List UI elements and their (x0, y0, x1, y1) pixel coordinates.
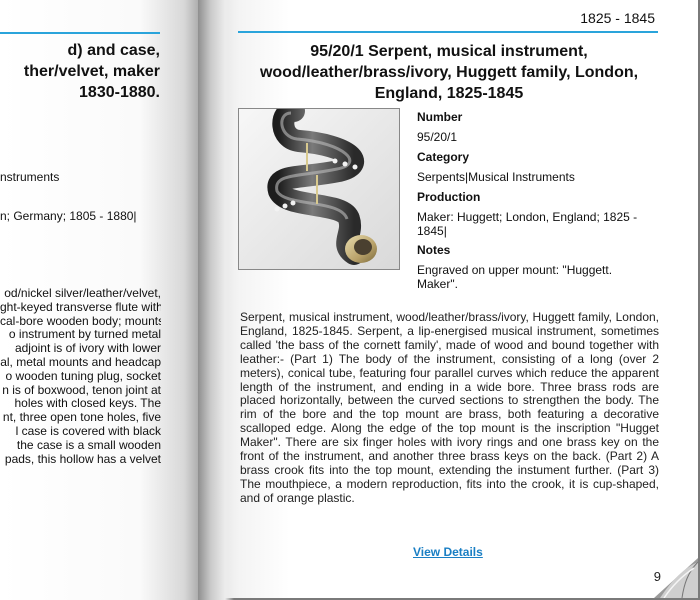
left-desc-line: al, metal mounts and headcap (0, 354, 161, 369)
category-label: Category (417, 150, 470, 164)
right-page[interactable]: 1825 - 1845 95/20/1 Serpent, musical ins… (200, 0, 700, 600)
left-desc-line: od/nickel silver/leather/velvet, (4, 287, 161, 300)
number-value: 95/20/1 (417, 130, 458, 144)
header-date-range: 1825 - 1845 (580, 10, 655, 26)
left-desc-line: pads, this hollow has a velvet (4, 451, 161, 466)
notes-value: Engraved on upper mount: "Huggett. Maker… (417, 263, 613, 291)
left-desc-line: cal-bore wooden body; mounts (0, 313, 161, 328)
left-description: od/nickel silver/leather/velvet, ght-key… (0, 287, 161, 466)
left-desc-line: o wooden tuning plug, socket (5, 368, 161, 383)
left-desc-line: o instrument by turned metal (8, 327, 161, 342)
left-desc-line: ght-keyed transverse flute with (0, 299, 161, 314)
left-desc-line: adjoint is of ivory with lower (14, 341, 161, 356)
category-value: Serpents|Musical Instruments (417, 170, 575, 184)
left-desc-line: holes with closed keys. The (14, 396, 161, 411)
left-desc-line: l case is covered with black (15, 423, 161, 438)
number-label: Number (417, 110, 463, 124)
left-page-rule (0, 32, 160, 34)
left-title-line: 1830-1880. (79, 84, 160, 101)
view-details-link[interactable]: View Details (413, 545, 483, 559)
notes-label: Notes (417, 243, 451, 257)
record-title: 95/20/1 Serpent, musical instrument, woo… (259, 43, 639, 102)
serpent-illustration (239, 109, 399, 269)
serpent-photo[interactable] (238, 108, 400, 270)
left-title-line: d) and case, (67, 42, 160, 59)
left-category-value: nstruments (0, 170, 60, 184)
left-page[interactable]: d) and case, ther/velvet, maker 1830-188… (0, 0, 200, 600)
page-curl-icon[interactable] (654, 558, 698, 598)
left-production-value: n; Germany; 1805 - 1880| (0, 209, 137, 223)
right-page-rule (238, 31, 658, 33)
left-page-title: d) and case, ther/velvet, maker 1830-188… (0, 40, 160, 103)
left-title-line: ther/velvet, maker (23, 63, 160, 80)
left-desc-line: nt, three open tone holes, five (2, 410, 161, 425)
production-label: Production (417, 190, 481, 204)
left-desc-line: n is of boxwood, tenon joint at (2, 382, 161, 397)
book-spine-shadow (198, 0, 234, 600)
production-value: Maker: Huggett; London, England; 1825 - … (417, 210, 638, 238)
record-description: Serpent, musical instrument, wood/leathe… (240, 310, 659, 505)
left-desc-line: the case is a small wooden (16, 437, 161, 452)
